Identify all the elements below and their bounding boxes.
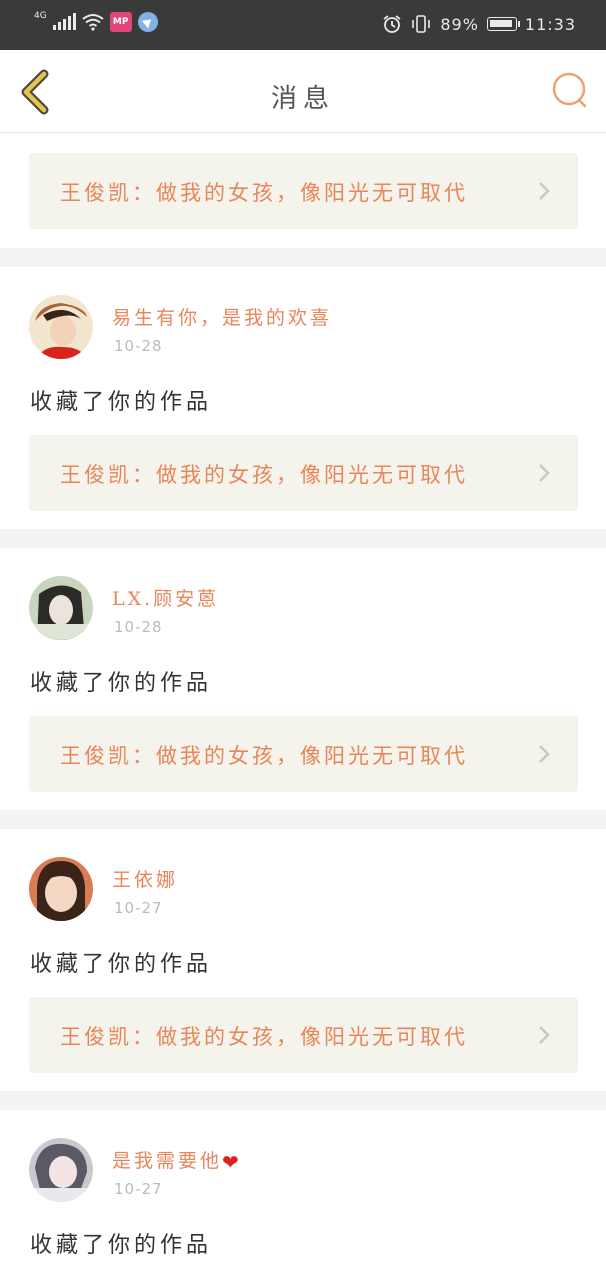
status-left-icons: 4G MP [34, 11, 158, 32]
user-name[interactable]: 易生有你，是我的欢喜 [112, 303, 332, 330]
heart-emoji: ❤ [222, 1150, 239, 1174]
chevron-right-icon [539, 745, 550, 763]
section-divider [0, 1091, 606, 1110]
avatar[interactable] [29, 1138, 93, 1202]
message-date: 10-28 [114, 337, 163, 355]
avatar[interactable] [29, 295, 93, 359]
work-title: 王俊凯：做我的女孩，像阳光无可取代 [60, 181, 468, 205]
vibrate-icon [412, 15, 431, 33]
nav-bar: 消息 [0, 50, 606, 133]
user-name[interactable]: LX.顾安蒽 [112, 584, 219, 611]
action-text: 收藏了你的作品 [30, 1233, 213, 1258]
message-card-partial: 王俊凯：做我的女孩，像阳光无可取代 [0, 134, 606, 248]
user-name[interactable]: 王依娜 [112, 865, 178, 892]
chevron-right-icon [539, 464, 550, 482]
work-link[interactable]: 王俊凯：做我的女孩，像阳光无可取代 [29, 435, 578, 511]
signal-icon [52, 13, 76, 30]
action-text: 收藏了你的作品 [30, 671, 213, 696]
message-card: 王依娜 10-27 收藏了你的作品 王俊凯：做我的女孩，像阳光无可取代 [0, 829, 606, 1091]
work-link[interactable]: 王俊凯：做我的女孩，像阳光无可取代 [29, 716, 578, 792]
action-text: 收藏了你的作品 [30, 952, 213, 977]
network-type: 4G [34, 11, 47, 21]
alarm-icon [383, 15, 401, 33]
action-text: 收藏了你的作品 [30, 390, 213, 415]
message-card: 是我需要他❤ 10-27 收藏了你的作品 [0, 1110, 606, 1280]
wifi-icon [82, 14, 104, 31]
page-title: 消息 [270, 84, 335, 114]
section-divider [0, 248, 606, 267]
mp-app-icon: MP [109, 12, 132, 32]
avatar[interactable] [29, 857, 93, 921]
search-icon[interactable] [550, 70, 590, 110]
message-card: 易生有你，是我的欢喜 10-28 收藏了你的作品 王俊凯：做我的女孩，像阳光无可… [0, 267, 606, 529]
user-name[interactable]: 是我需要他❤ [112, 1146, 239, 1174]
status-right-icons: 89% 11:33 [382, 14, 576, 34]
work-link[interactable]: 王俊凯：做我的女孩，像阳光无可取代 [29, 153, 578, 229]
work-title: 王俊凯：做我的女孩，像阳光无可取代 [60, 463, 468, 487]
work-title: 王俊凯：做我的女孩，像阳光无可取代 [60, 744, 468, 768]
section-divider [0, 810, 606, 829]
user-name-text: 是我需要他 [112, 1150, 223, 1172]
battery-percent: 89% [440, 14, 479, 34]
avatar[interactable] [29, 576, 93, 640]
chevron-right-icon [539, 182, 550, 200]
work-title: 王俊凯：做我的女孩，像阳光无可取代 [60, 1025, 468, 1049]
work-link[interactable]: 王俊凯：做我的女孩，像阳光无可取代 [29, 997, 578, 1073]
battery-icon [486, 17, 520, 31]
message-date: 10-27 [114, 899, 163, 917]
message-date: 10-27 [114, 1180, 163, 1198]
location-app-icon [137, 12, 158, 32]
message-card: LX.顾安蒽 10-28 收藏了你的作品 王俊凯：做我的女孩，像阳光无可取代 [0, 548, 606, 810]
clock: 11:33 [524, 14, 576, 34]
status-bar: 4G MP 89% 11:33 [0, 0, 606, 50]
chevron-right-icon [539, 1026, 550, 1044]
section-divider [0, 529, 606, 548]
message-date: 10-28 [114, 618, 163, 636]
